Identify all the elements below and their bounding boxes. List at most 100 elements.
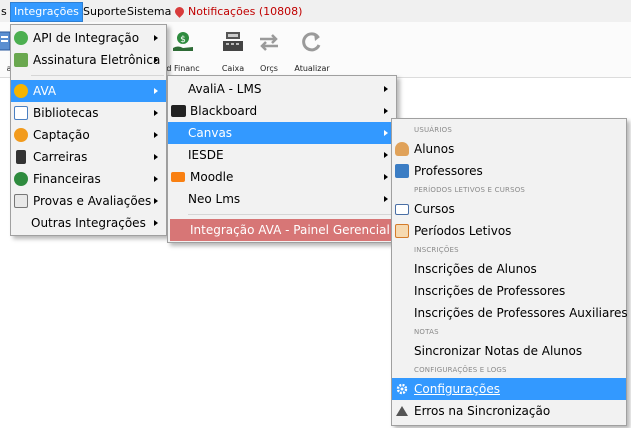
chevron-right-icon: [154, 154, 158, 160]
menu-item-assinatura-eletronica[interactable]: Assinatura Eletrônica: [11, 49, 166, 71]
menu-bar: s Integrações Suporte Sistema Notificaçõ…: [0, 0, 631, 22]
menu-item-outras-integracoes[interactable]: Outras Integrações: [11, 212, 166, 234]
menu-item-label: Erros na Sincronização: [414, 404, 551, 418]
toolbar-button-orcs[interactable]: Orçs: [249, 30, 289, 76]
menu-item-avalia-lms[interactable]: AvaliA - LMS: [168, 78, 396, 100]
chevron-right-icon: [384, 108, 388, 114]
menu-item-moodle[interactable]: Moodle: [168, 166, 396, 188]
transfer-icon: [260, 34, 278, 51]
menubar-item-suporte[interactable]: Suporte: [80, 3, 129, 21]
menu-item-painel-gerencial[interactable]: Integração AVA - Painel Gerencial: [170, 219, 394, 241]
menu-item-label: Integração AVA - Painel Gerencial: [190, 223, 390, 237]
menu-item-neo-lms[interactable]: Neo Lms: [168, 188, 396, 210]
menu-item-label: Configurações: [414, 382, 500, 396]
warning-icon: [396, 406, 408, 416]
chevron-right-icon: [154, 57, 158, 63]
menu-item-api-integracao[interactable]: API de Integração: [11, 27, 166, 49]
money-hand-icon: $: [173, 32, 193, 51]
refresh-icon: [302, 32, 321, 52]
gear-icon: [396, 383, 408, 395]
menu-item-provas-avaliacoes[interactable]: Provas e Avaliações: [11, 190, 166, 212]
menu-ava: AvaliA - LMS Blackboard Canvas IESDE Moo…: [167, 75, 397, 243]
menu-item-iesde[interactable]: IESDE: [168, 144, 396, 166]
menu-item-erros-sincronizacao[interactable]: Erros na Sincronização: [392, 400, 626, 422]
menu-item-label: API de Integração: [33, 31, 140, 45]
course-icon: [395, 204, 409, 215]
chevron-right-icon: [384, 86, 388, 92]
career-icon: [16, 150, 26, 164]
section-usuarios: USUÁRIOS: [414, 126, 452, 134]
section-inscricoes: INSCRIÇÕES: [414, 246, 459, 254]
ava-icon: [14, 84, 28, 98]
menu-item-label: Alunos: [414, 142, 455, 156]
menu-item-label: Inscrições de Professores Auxiliares: [414, 306, 628, 320]
chevron-right-icon: [154, 35, 158, 41]
menu-item-ava[interactable]: AVA: [11, 80, 166, 102]
menu-item-carreiras[interactable]: Carreiras: [11, 146, 166, 168]
menu-item-label: Inscrições de Alunos: [414, 262, 537, 276]
chevron-right-icon: [154, 220, 158, 226]
menu-item-label: Professores: [414, 164, 483, 178]
menu-item-label: Provas e Avaliações: [33, 194, 152, 208]
chevron-right-icon: [384, 152, 388, 158]
menu-item-inscricoes-alunos[interactable]: Inscrições de Alunos: [392, 258, 626, 280]
toolbar-label: Atualizar: [294, 64, 330, 73]
toolbar-button-financ[interactable]: $ d Financ: [163, 30, 203, 76]
section-periodos: PERÍODOS LETIVOS E CURSOS: [414, 186, 526, 194]
pin-icon: [173, 5, 186, 18]
section-configuracoes-logs: CONFIGURAÇÕES E LOGS: [414, 366, 507, 374]
chevron-right-icon: [154, 176, 158, 182]
menu-item-label: Cursos: [414, 202, 455, 216]
toolbar-label: Caixa: [221, 64, 245, 73]
menu-item-periodos-letivos[interactable]: Períodos Letivos: [392, 220, 626, 242]
svg-text:$: $: [180, 35, 186, 45]
menu-item-label: Carreiras: [33, 150, 88, 164]
toolbar-label: d Financ: [166, 64, 200, 73]
target-icon: [14, 128, 28, 142]
exam-icon: [14, 194, 28, 208]
menu-item-captacao[interactable]: Captação: [11, 124, 166, 146]
menu-item-cursos[interactable]: Cursos: [392, 198, 626, 220]
menu-item-label: Neo Lms: [188, 192, 241, 206]
menu-item-canvas[interactable]: Canvas: [168, 122, 396, 144]
money-icon: [14, 172, 28, 186]
menu-item-configuracoes[interactable]: Configurações: [392, 378, 626, 400]
menubar-item-notificacoes[interactable]: Notificações (10808): [172, 3, 305, 21]
cash-register-icon: [223, 32, 243, 51]
menu-canvas: USUÁRIOS Alunos Professores PERÍODOS LET…: [391, 118, 628, 426]
menu-item-label: Financeiras: [33, 172, 101, 186]
chevron-right-icon: [384, 196, 388, 202]
menu-item-blackboard[interactable]: Blackboard: [168, 100, 396, 122]
menu-item-label: Sincronizar Notas de Alunos: [414, 344, 583, 358]
toolbar-button-atualizar[interactable]: Atualizar: [292, 30, 332, 76]
chevron-right-icon: [384, 130, 388, 136]
menu-item-label: Inscrições de Professores: [414, 284, 566, 298]
chevron-right-icon: [154, 132, 158, 138]
menu-item-alunos[interactable]: Alunos: [392, 138, 626, 160]
menu-item-bibliotecas[interactable]: Bibliotecas: [11, 102, 166, 124]
chevron-right-icon: [154, 88, 158, 94]
teacher-icon: [395, 164, 409, 178]
menu-item-label: AvaliA - LMS: [188, 82, 262, 96]
menubar-item-integracoes[interactable]: Integrações: [10, 2, 83, 22]
menubar-item-partial[interactable]: s: [0, 3, 10, 21]
calendar-icon: [395, 224, 409, 238]
section-notas: NOTAS: [414, 328, 439, 336]
menu-item-label: Canvas: [188, 126, 233, 140]
menu-item-label: Bibliotecas: [33, 106, 99, 120]
menu-item-professores[interactable]: Professores: [392, 160, 626, 182]
menubar-item-sistema[interactable]: Sistema: [124, 3, 174, 21]
menu-item-inscricoes-professores[interactable]: Inscrições de Professores: [392, 280, 626, 302]
menu-item-inscricoes-professores-auxiliares[interactable]: Inscrições de Professores Auxiliares: [392, 302, 628, 324]
toolbar-button-caixa[interactable]: Caixa: [213, 30, 253, 76]
moodle-icon: [171, 172, 185, 182]
notificacoes-label: Notificações (10808): [188, 5, 303, 18]
menu-item-label: IESDE: [188, 148, 224, 162]
menu-item-label: AVA: [33, 84, 57, 98]
menu-item-label: Períodos Letivos: [414, 224, 512, 238]
menu-separator: [188, 214, 394, 215]
menu-item-financeiras[interactable]: Financeiras: [11, 168, 166, 190]
chevron-right-icon: [154, 110, 158, 116]
menu-item-label: Blackboard: [190, 104, 258, 118]
menu-item-sincronizar-notas[interactable]: Sincronizar Notas de Alunos: [392, 340, 626, 362]
